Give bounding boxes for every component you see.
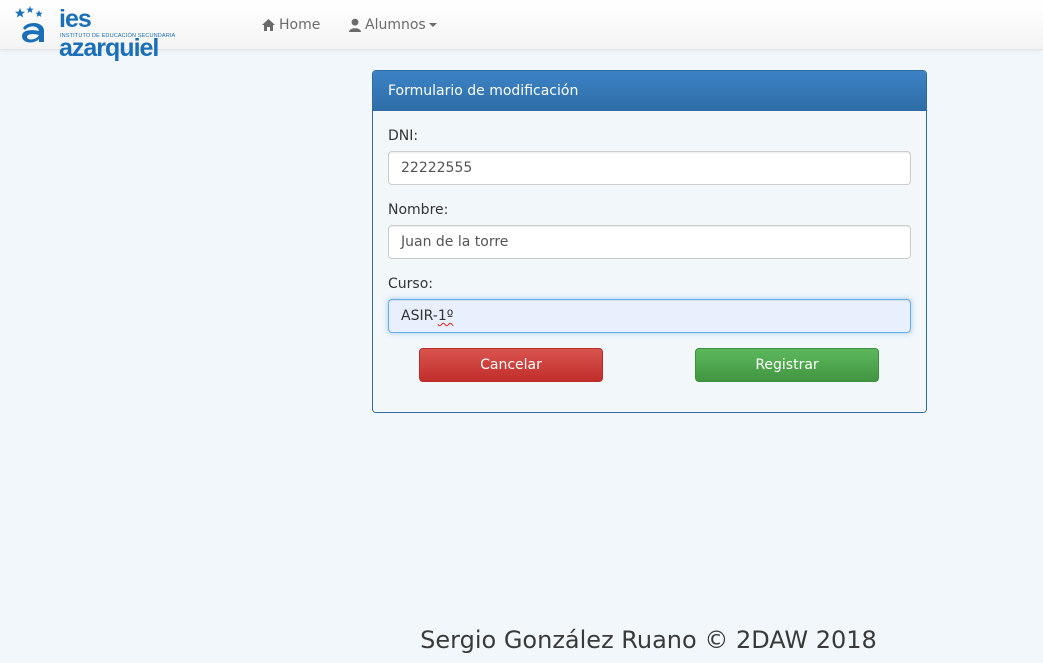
brand-logo[interactable]: ies azarquiel INSTITUTO DE EDUCACIÓN SEC… bbox=[13, 4, 189, 62]
nav-home-link[interactable]: Home bbox=[261, 0, 320, 50]
edit-form-panel: Formulario de modificación DNI: 22222555… bbox=[372, 70, 927, 413]
navbar: ies azarquiel INSTITUTO DE EDUCACIÓN SEC… bbox=[0, 0, 1043, 62]
curso-value-suffix: 1º bbox=[437, 308, 454, 324]
nombre-value: Juan de la torre bbox=[401, 234, 509, 250]
azarquiel-logo-icon bbox=[15, 6, 44, 43]
dni-label: DNI: bbox=[388, 128, 419, 144]
user-icon bbox=[349, 18, 361, 32]
curso-field[interactable]: ASIR- 1º bbox=[388, 299, 911, 333]
nav-alumnos-label: Alumnos bbox=[365, 17, 426, 33]
dni-value: 22222555 bbox=[401, 160, 473, 176]
cancel-button[interactable]: Cancelar bbox=[419, 348, 603, 382]
curso-label: Curso: bbox=[388, 276, 433, 292]
form-body: DNI: 22222555 Nombre: Juan de la torre C… bbox=[373, 111, 926, 412]
nav-home-label: Home bbox=[279, 17, 321, 33]
nav-alumnos-dropdown[interactable]: Alumnos bbox=[348, 0, 437, 50]
curso-value-prefix: ASIR- bbox=[401, 308, 438, 324]
panel-title: Formulario de modificación bbox=[373, 71, 926, 111]
dni-field[interactable]: 22222555 bbox=[388, 151, 911, 185]
brand-subtitle: INSTITUTO DE EDUCACIÓN SECUNDARIA bbox=[60, 33, 176, 39]
register-button[interactable]: Registrar bbox=[695, 348, 879, 382]
nombre-field[interactable]: Juan de la torre bbox=[388, 225, 911, 259]
caret-down-icon bbox=[428, 23, 437, 27]
nombre-label: Nombre: bbox=[388, 202, 449, 218]
home-icon bbox=[262, 19, 275, 31]
footer-credits: Sergio González Ruano © 2DAW 2018 bbox=[420, 626, 877, 654]
